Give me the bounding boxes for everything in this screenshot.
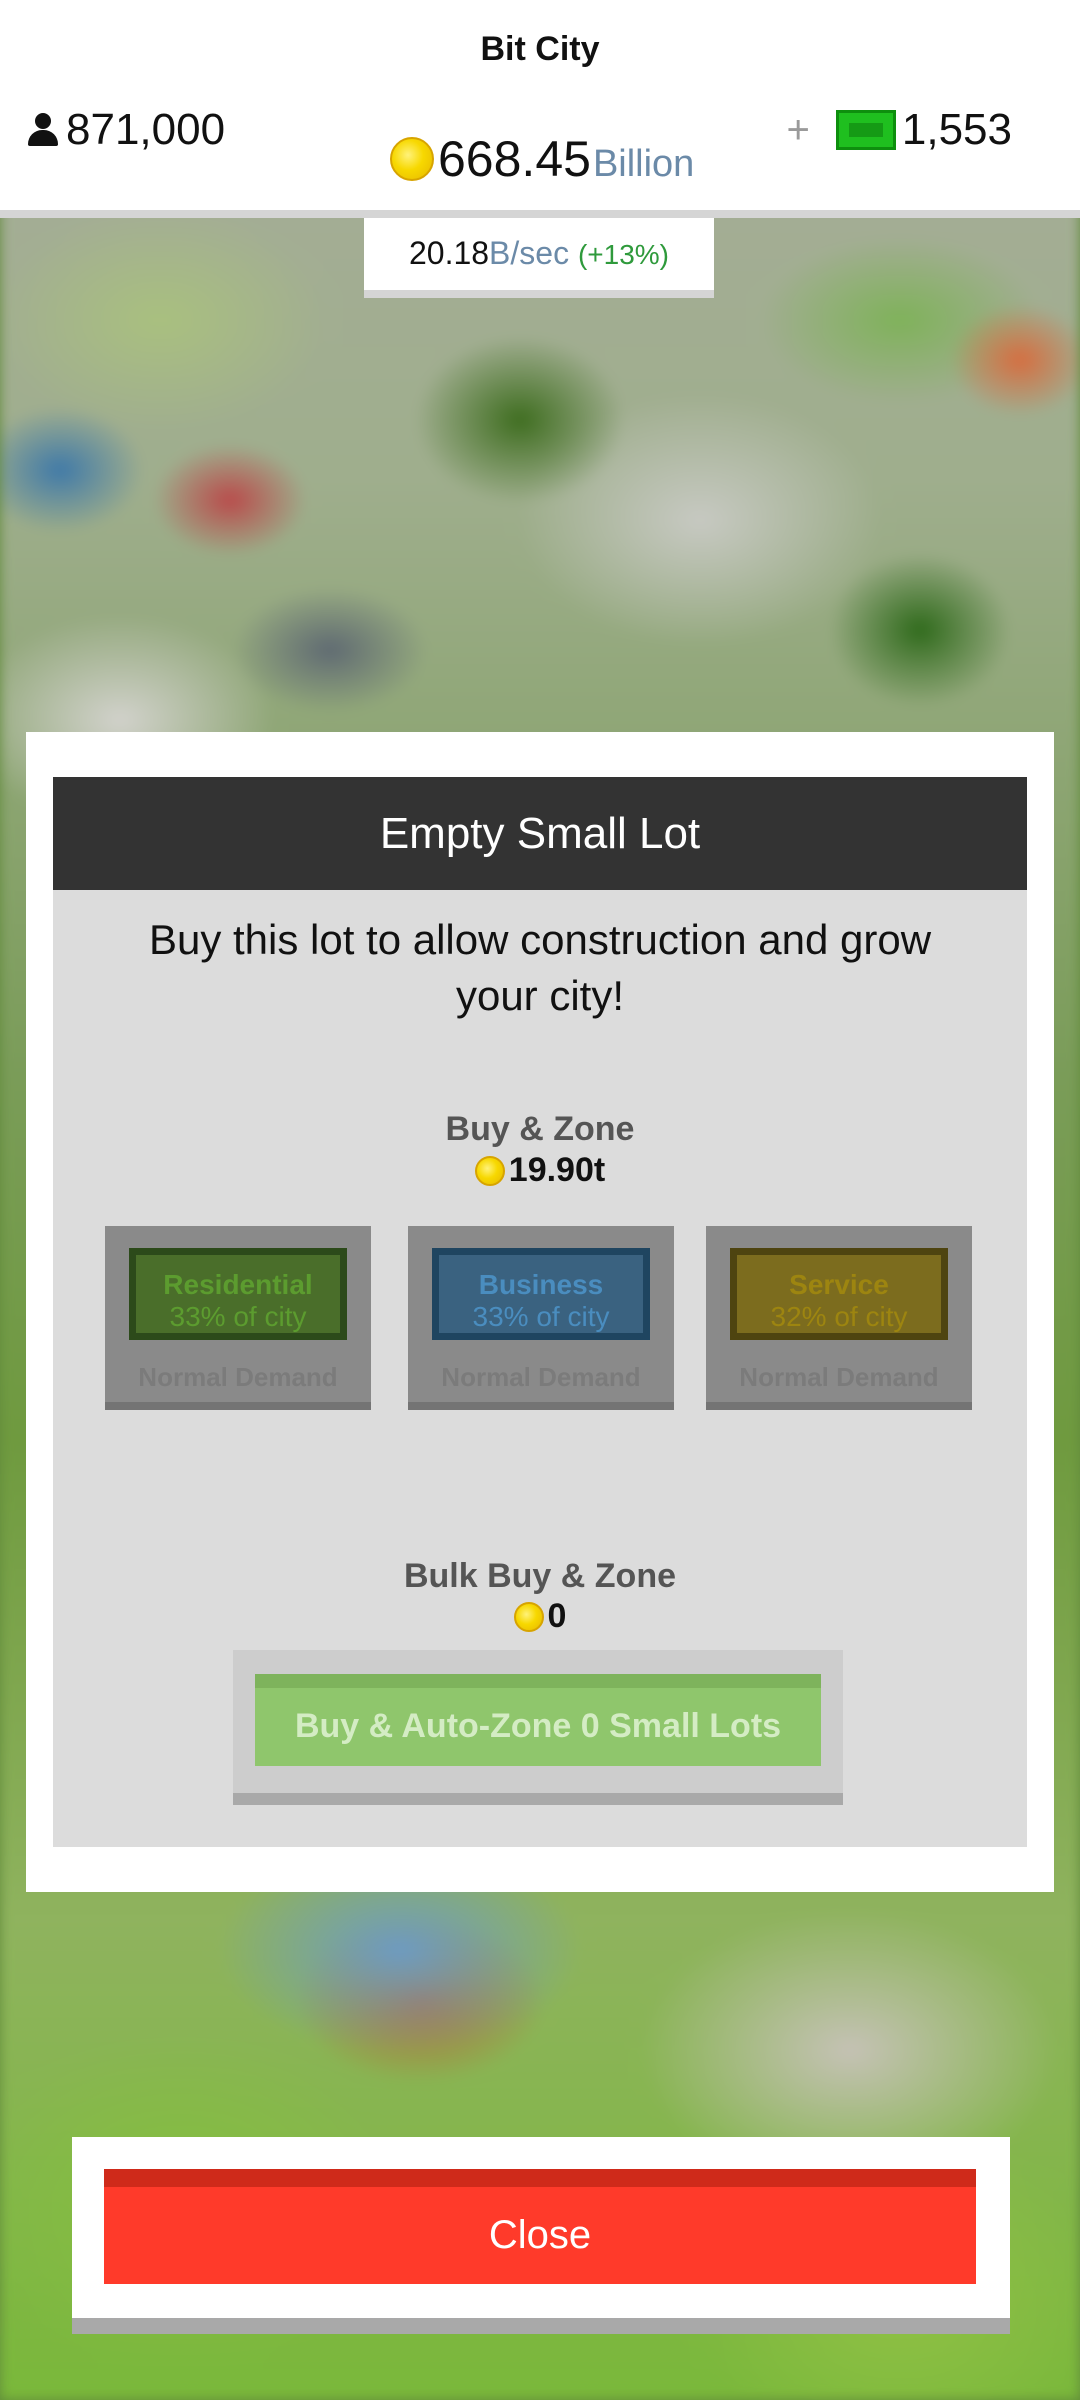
residential-zone-button[interactable]: Residential 33% of city — [129, 1248, 347, 1340]
money-value: 668.45 — [438, 131, 591, 187]
rate-bonus: (+13%) — [577, 239, 670, 270]
rate-value: 20.18 — [408, 235, 490, 271]
modal-title: Empty Small Lot — [53, 777, 1027, 890]
zone-demand: Normal Demand — [441, 1362, 641, 1392]
zone-label: Residential — [163, 1269, 313, 1300]
close-container: Close — [72, 2137, 1010, 2334]
income-rate-tab: 20.18B/sec (+13%) — [364, 218, 714, 298]
coin-icon — [474, 1155, 505, 1186]
business-zone-button[interactable]: Business 33% of city — [432, 1248, 650, 1340]
zone-demand: Normal Demand — [138, 1362, 338, 1392]
buy-zone-title: Buy & Zone — [445, 1110, 635, 1148]
money-display: 668.45 Billion — [390, 130, 694, 188]
bulk-buy-title: Bulk Buy & Zone — [403, 1557, 677, 1595]
add-cash-button[interactable]: + — [787, 108, 810, 153]
population-display: 871,000 — [26, 105, 225, 155]
zone-share: 33% of city — [169, 1301, 307, 1332]
zone-share: 32% of city — [770, 1301, 908, 1332]
bulk-buy-price: 0 — [53, 1597, 1027, 1636]
rate-unit: B/sec — [489, 235, 570, 271]
income-rate: 20.18B/sec (+13%) — [409, 235, 669, 271]
zone-share: 33% of city — [472, 1301, 610, 1332]
zone-card-business[interactable]: Business 33% of city Normal Demand — [408, 1226, 674, 1410]
close-button[interactable]: Close — [104, 2169, 976, 2284]
coin-icon — [513, 1601, 544, 1632]
lot-modal-panel: Empty Small Lot Buy this lot to allow co… — [53, 777, 1027, 1847]
person-icon — [26, 113, 60, 147]
lot-modal: Empty Small Lot Buy this lot to allow co… — [26, 732, 1054, 1892]
buy-zone-price-value: 19.90t — [508, 1151, 606, 1189]
cash-bill-icon — [835, 110, 896, 150]
money-unit: Billion — [592, 143, 695, 185]
service-zone-button[interactable]: Service 32% of city — [730, 1248, 948, 1340]
zone-card-service[interactable]: Service 32% of city Normal Demand — [706, 1226, 972, 1410]
top-status-bar: Bit City 871,000 668.45 Billion + 1,553 — [0, 0, 1080, 218]
buy-zone-price: 19.90t — [53, 1151, 1027, 1190]
modal-description: Buy this lot to allow construction and g… — [148, 916, 932, 1019]
bulk-buy-price-value: 0 — [547, 1597, 567, 1635]
zone-label: Business — [478, 1269, 604, 1300]
zone-card-residential[interactable]: Residential 33% of city Normal Demand — [105, 1226, 371, 1410]
cash-display[interactable]: + 1,553 — [787, 105, 1012, 155]
bulk-buy-container: Buy & Auto-Zone 0 Small Lots — [233, 1650, 843, 1805]
population-value: 871,000 — [66, 105, 226, 154]
coin-icon — [390, 137, 434, 181]
bulk-buy-button[interactable]: Buy & Auto-Zone 0 Small Lots — [255, 1674, 821, 1766]
zone-demand: Normal Demand — [739, 1362, 939, 1392]
game-title: Bit City — [480, 30, 600, 68]
zone-label: Service — [789, 1269, 889, 1300]
cash-value: 1,553 — [901, 105, 1012, 154]
